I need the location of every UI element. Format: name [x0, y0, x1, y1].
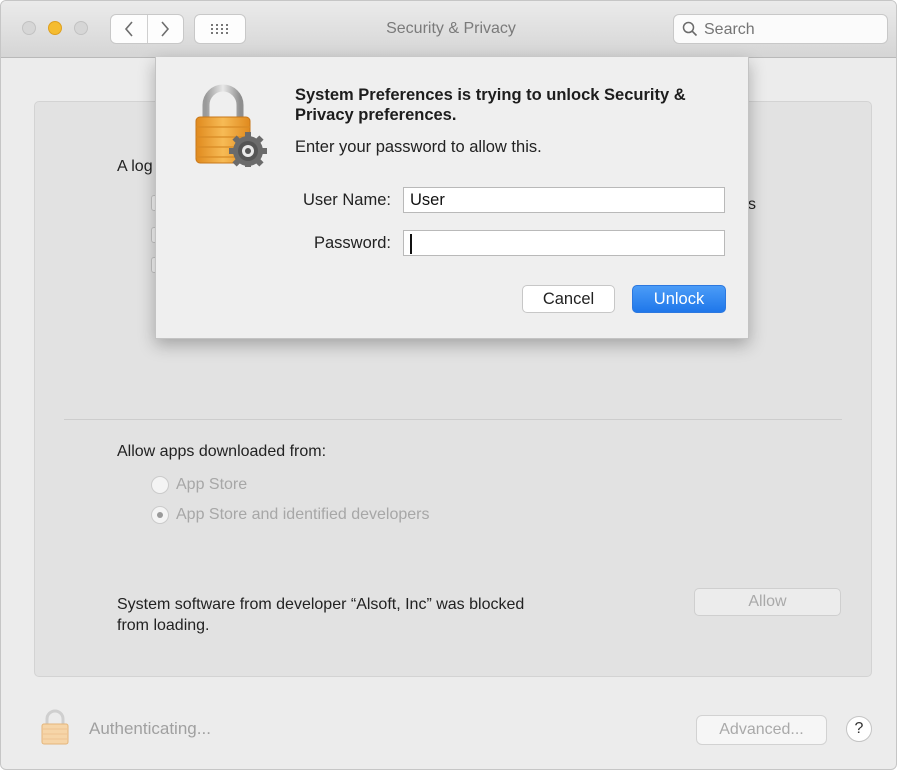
- blocked-message-line-2: from loading.: [117, 617, 210, 634]
- dialog-subtitle: Enter your password to allow this.: [295, 138, 542, 156]
- radio-app-store-and-identified-developers[interactable]: App Store and identified developers: [151, 506, 430, 524]
- cancel-button[interactable]: Cancel: [522, 285, 615, 313]
- dialog-title: System Preferences is trying to unlock S…: [295, 86, 686, 124]
- password-field[interactable]: [403, 230, 725, 256]
- close-window-button[interactable]: [22, 21, 36, 35]
- search-field[interactable]: [673, 14, 888, 44]
- title-bar: Security & Privacy: [1, 1, 896, 58]
- radio-label: App Store: [176, 476, 248, 493]
- unlock-dialog: System Preferences is trying to unlock S…: [155, 57, 749, 339]
- allow-apps-heading: Allow apps downloaded from:: [117, 443, 327, 460]
- back-button[interactable]: [111, 15, 147, 43]
- blocked-software-message: System software from developer “Alsoft, …: [117, 594, 524, 636]
- navigation-buttons: [110, 14, 184, 44]
- authentication-status: Authenticating...: [89, 719, 211, 738]
- show-all-button[interactable]: [194, 14, 246, 44]
- username-label: User Name:: [302, 191, 391, 209]
- section-divider: [64, 419, 842, 420]
- help-button[interactable]: ?: [846, 716, 872, 742]
- username-field[interactable]: [403, 187, 725, 213]
- lock-gear-icon: [195, 84, 267, 167]
- login-text-peek: A log: [117, 158, 153, 175]
- search-input[interactable]: [702, 19, 884, 41]
- chevron-right-icon: [161, 21, 170, 37]
- advanced-button[interactable]: Advanced...: [696, 715, 827, 745]
- password-label: Password:: [313, 234, 391, 252]
- right-text-peek: s: [748, 196, 756, 213]
- allow-button[interactable]: Allow: [694, 588, 841, 616]
- window-title: Security & Privacy: [386, 20, 516, 37]
- security-privacy-window: Security & Privacy A log s Allow apps do…: [0, 0, 897, 770]
- text-cursor: [410, 234, 412, 254]
- grid-icon: [211, 24, 228, 34]
- radio-button[interactable]: [151, 476, 169, 494]
- radio-button[interactable]: [151, 506, 169, 524]
- lock-icon[interactable]: [39, 709, 71, 745]
- blocked-message-line-1: System software from developer “Alsoft, …: [117, 596, 525, 613]
- radio-label: App Store and identified developers: [176, 506, 430, 523]
- forward-button[interactable]: [146, 15, 184, 43]
- search-icon: [682, 21, 698, 37]
- unlock-button[interactable]: Unlock: [632, 285, 726, 313]
- chevron-left-icon: [124, 21, 133, 37]
- minimize-window-button[interactable]: [48, 21, 62, 35]
- zoom-window-button[interactable]: [74, 21, 88, 35]
- radio-app-store[interactable]: App Store: [151, 476, 247, 494]
